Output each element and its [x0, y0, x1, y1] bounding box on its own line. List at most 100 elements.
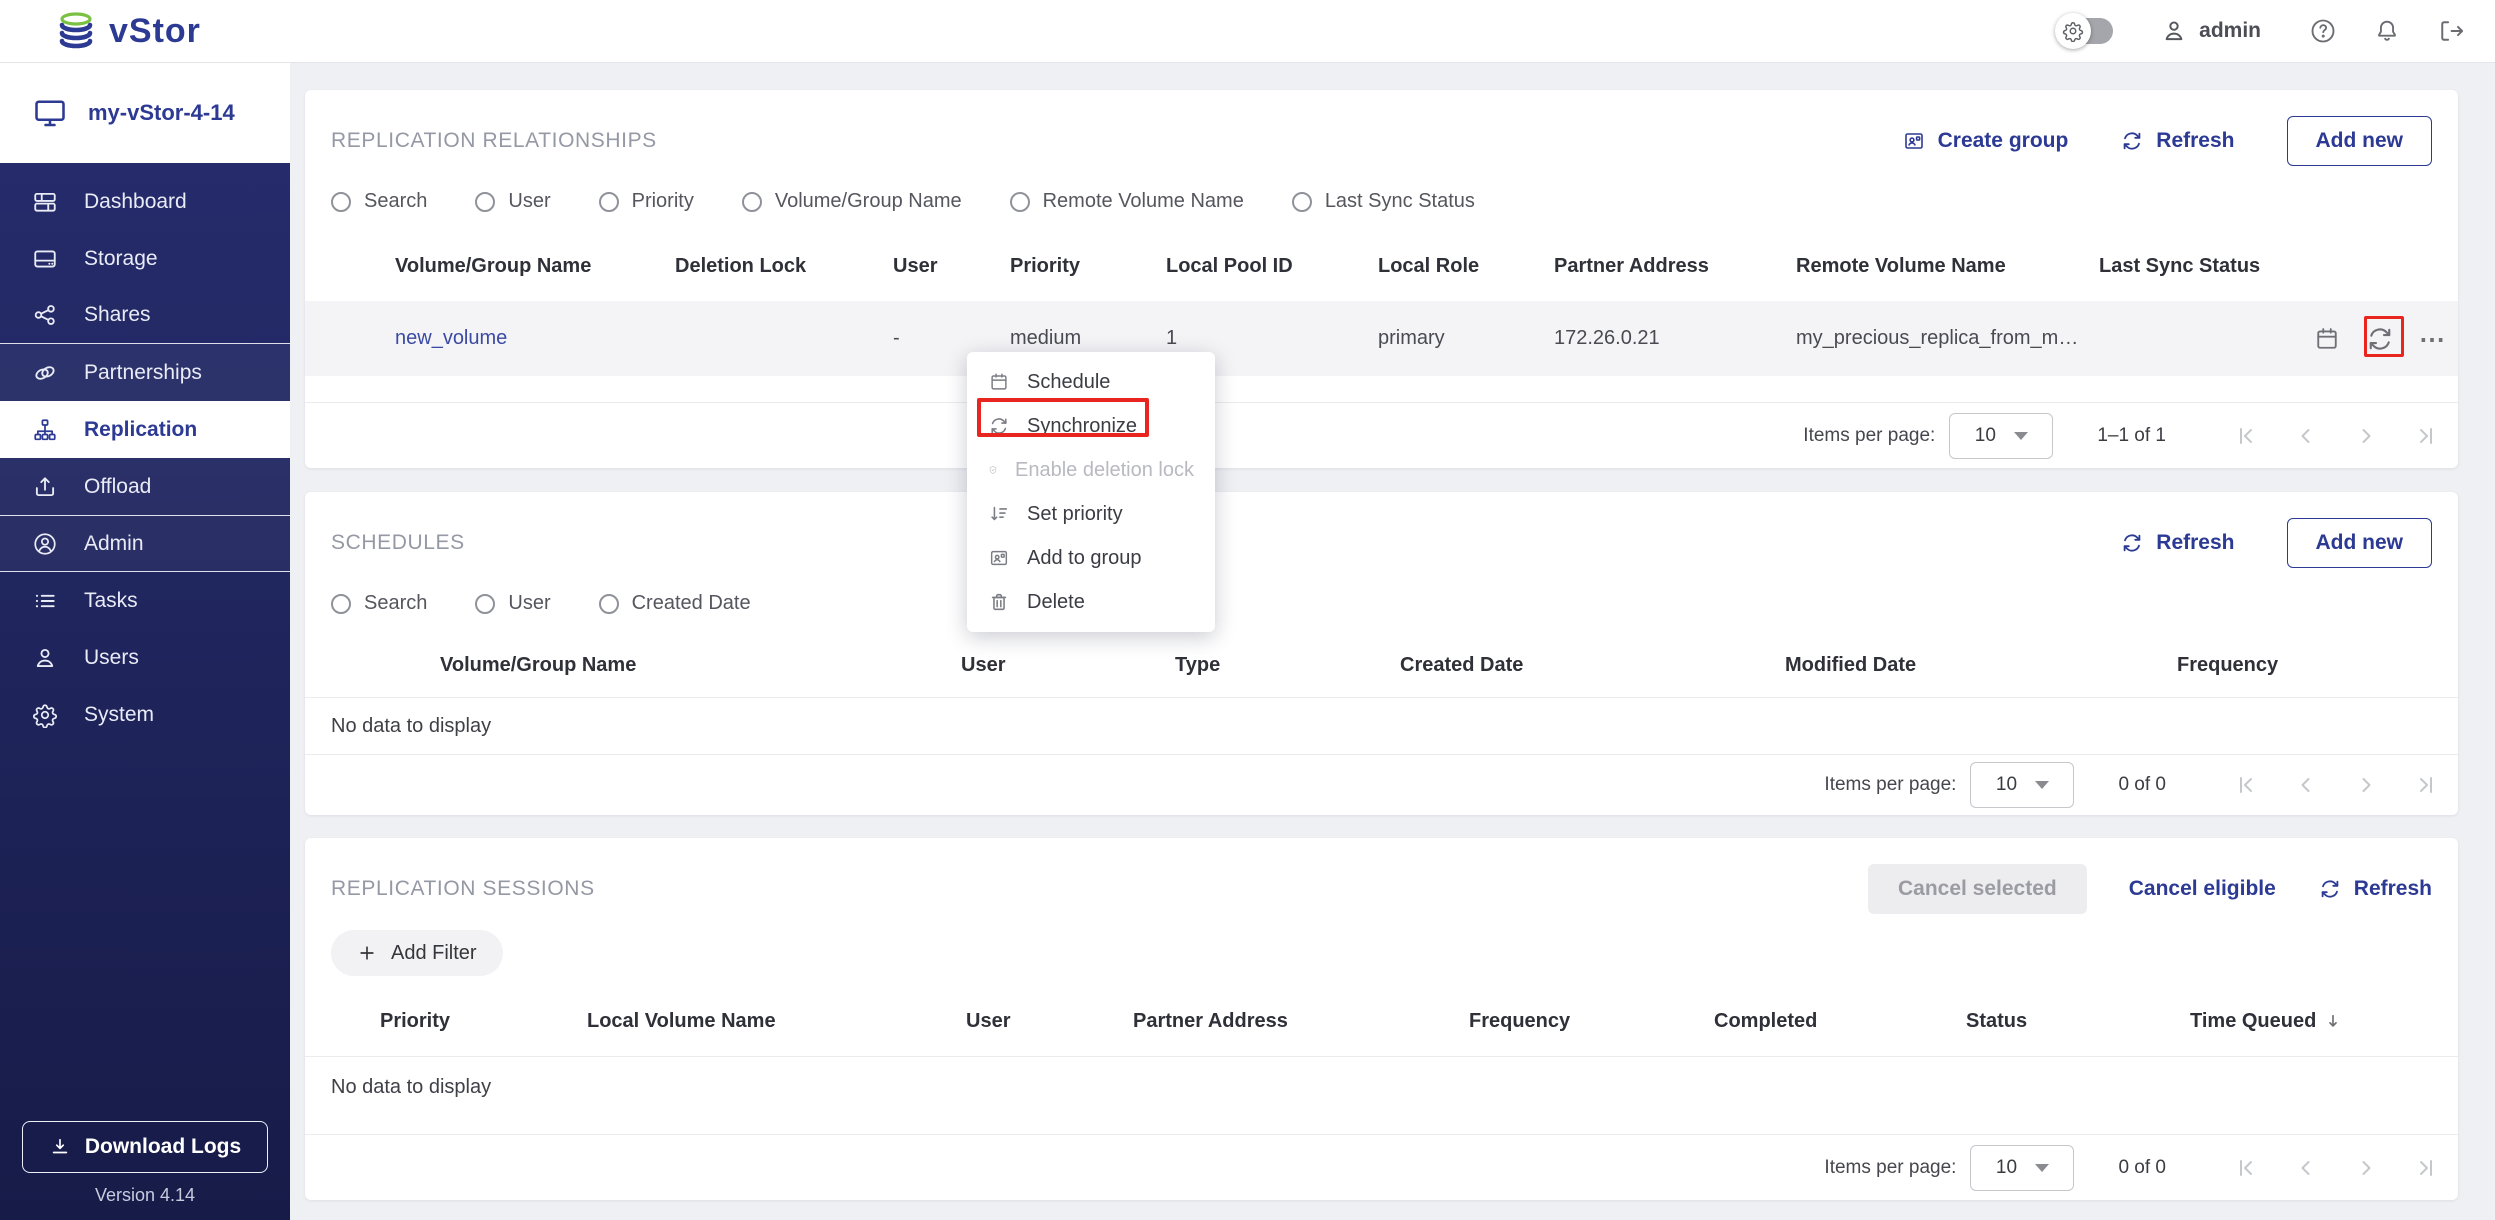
- items-per-page-select[interactable]: 10: [1970, 762, 2074, 808]
- calendar-icon: [988, 371, 1010, 393]
- sidebar-item-storage[interactable]: Storage: [0, 230, 290, 287]
- priority-cell: medium: [1010, 327, 1166, 350]
- last-page-icon[interactable]: [2414, 773, 2438, 797]
- link-icon: [32, 360, 58, 386]
- user-cell: -: [893, 327, 1010, 350]
- sidebar-footer: Download Logs Version 4.14: [0, 1121, 290, 1206]
- sidebar-item-label: Users: [84, 646, 139, 670]
- server-selector[interactable]: my-vStor-4-14: [0, 63, 290, 163]
- sidebar-item-offload[interactable]: Offload: [0, 458, 290, 515]
- menu-item-add-to-group[interactable]: Add to group: [967, 536, 1215, 580]
- page-range: 1–1 of 1: [2097, 425, 2166, 447]
- add-filter-button[interactable]: Add Filter: [331, 930, 503, 976]
- sidebar-item-system[interactable]: System: [0, 686, 290, 743]
- gear-icon: [2055, 13, 2091, 49]
- prev-page-icon[interactable]: [2294, 424, 2318, 448]
- pager-nav: [2234, 1156, 2438, 1180]
- items-per-page-select[interactable]: 10: [1949, 413, 2053, 459]
- refresh-label: Refresh: [2156, 129, 2234, 153]
- schedule-row-button[interactable]: [2313, 325, 2341, 353]
- download-logs-button[interactable]: Download Logs: [22, 1121, 268, 1173]
- schedules-add-new-button[interactable]: Add new: [2287, 518, 2433, 568]
- notifications-button[interactable]: [2373, 17, 2401, 45]
- prev-page-icon[interactable]: [2294, 773, 2318, 797]
- synchronize-row-button[interactable]: [2365, 324, 2395, 354]
- tasks-icon: [32, 588, 58, 614]
- refresh-button[interactable]: Refresh: [2120, 129, 2234, 153]
- menu-item-schedule[interactable]: Schedule: [967, 360, 1215, 404]
- sidebar-item-label: Partnerships: [84, 361, 202, 385]
- filter-radio-volume-group-name[interactable]: Volume/Group Name: [742, 190, 962, 213]
- local-pool-id-cell: 1: [1166, 327, 1378, 350]
- sessions-refresh-button[interactable]: Refresh: [2318, 877, 2432, 901]
- group-icon: [988, 547, 1010, 569]
- menu-item-enable-deletion-lock[interactable]: Enable deletion lock: [967, 448, 1215, 492]
- remote-volume-cell: my_precious_replica_from_m…: [1796, 327, 2099, 350]
- time-queued-sort-header[interactable]: Time Queued: [2190, 1010, 2458, 1033]
- page-size-value: 10: [1996, 1157, 2017, 1179]
- schedules-filters: Search User Created Date: [305, 576, 2458, 633]
- first-page-icon[interactable]: [2234, 1156, 2258, 1180]
- brand[interactable]: vStor: [0, 10, 201, 52]
- replication-icon: [32, 417, 58, 443]
- sessions-empty-message: No data to display: [305, 1056, 2458, 1118]
- sidebar-item-dashboard[interactable]: Dashboard: [0, 173, 290, 230]
- row-context-menu: Schedule Synchronize Enable deletion loc…: [967, 352, 1215, 632]
- brand-name: vStor: [109, 12, 201, 51]
- sidebar-item-shares[interactable]: Shares: [0, 287, 290, 344]
- add-new-button[interactable]: Add new: [2287, 116, 2433, 166]
- menu-item-synchronize[interactable]: Synchronize: [967, 404, 1215, 448]
- filter-radio-priority[interactable]: Priority: [599, 190, 694, 213]
- sidebar-item-label: Storage: [84, 247, 158, 271]
- sidebar-item-tasks[interactable]: Tasks: [0, 572, 290, 629]
- menu-item-set-priority[interactable]: Set priority: [967, 492, 1215, 536]
- last-page-icon[interactable]: [2414, 424, 2438, 448]
- next-page-icon[interactable]: [2354, 424, 2378, 448]
- sidebar-item-users[interactable]: Users: [0, 629, 290, 686]
- sidebar-nav: Dashboard Storage Shares: [0, 163, 290, 743]
- prev-page-icon[interactable]: [2294, 1156, 2318, 1180]
- user-menu[interactable]: admin: [2161, 18, 2261, 44]
- filter-radio-search[interactable]: Search: [331, 592, 427, 615]
- cancel-eligible-button[interactable]: Cancel eligible: [2129, 877, 2276, 901]
- filter-radio-last-sync-status[interactable]: Last Sync Status: [1292, 190, 1475, 213]
- logout-button[interactable]: [2437, 17, 2465, 45]
- help-button[interactable]: [2309, 17, 2337, 45]
- filter-radio-remote-volume-name[interactable]: Remote Volume Name: [1010, 190, 1244, 213]
- first-page-icon[interactable]: [2234, 424, 2258, 448]
- menu-item-delete[interactable]: Delete: [967, 580, 1215, 624]
- sessions-table-header: Priority Local Volume Name User Partner …: [305, 986, 2458, 1056]
- filter-radio-user[interactable]: User: [475, 592, 550, 615]
- filter-radio-user[interactable]: User: [475, 190, 550, 213]
- first-page-icon[interactable]: [2234, 773, 2258, 797]
- schedules-refresh-button[interactable]: Refresh: [2120, 531, 2234, 555]
- row-more-button[interactable]: ⋯: [2419, 334, 2447, 344]
- last-page-icon[interactable]: [2414, 1156, 2438, 1180]
- radio-icon: [1292, 192, 1312, 212]
- sidebar-item-label: Tasks: [84, 589, 138, 613]
- replication-sessions-panel: REPLICATION SESSIONS Cancel selected Can…: [305, 838, 2458, 1200]
- upload-icon: [32, 474, 58, 500]
- radio-icon: [331, 594, 351, 614]
- next-page-icon[interactable]: [2354, 1156, 2378, 1180]
- vstor-app: vStor admin: [0, 0, 2495, 1220]
- filter-radio-search[interactable]: Search: [331, 190, 427, 213]
- next-page-icon[interactable]: [2354, 773, 2378, 797]
- theme-toggle[interactable]: [2061, 18, 2113, 44]
- filter-radio-created-date[interactable]: Created Date: [599, 592, 751, 615]
- volume-link[interactable]: new_volume: [395, 327, 675, 350]
- bell-icon: [2373, 17, 2401, 45]
- sidebar-item-replication[interactable]: Replication: [0, 401, 290, 458]
- cancel-selected-button[interactable]: Cancel selected: [1868, 864, 2087, 914]
- caret-down-icon: [2035, 1164, 2049, 1172]
- topbar-actions: admin: [2061, 17, 2495, 45]
- refresh-icon: [2120, 129, 2144, 153]
- sidebar-item-partnerships[interactable]: Partnerships: [0, 344, 290, 401]
- sync-icon: [988, 415, 1010, 437]
- create-group-label: Create group: [1938, 129, 2069, 153]
- items-per-page-select[interactable]: 10: [1970, 1145, 2074, 1191]
- relationships-table-header: Volume/Group Name Deletion Lock User Pri…: [305, 231, 2458, 301]
- relationships-pagination: Items per page: 10 1–1 of 1: [305, 402, 2458, 468]
- create-group-button[interactable]: Create group: [1902, 129, 2069, 153]
- sidebar-item-admin[interactable]: Admin: [0, 515, 290, 572]
